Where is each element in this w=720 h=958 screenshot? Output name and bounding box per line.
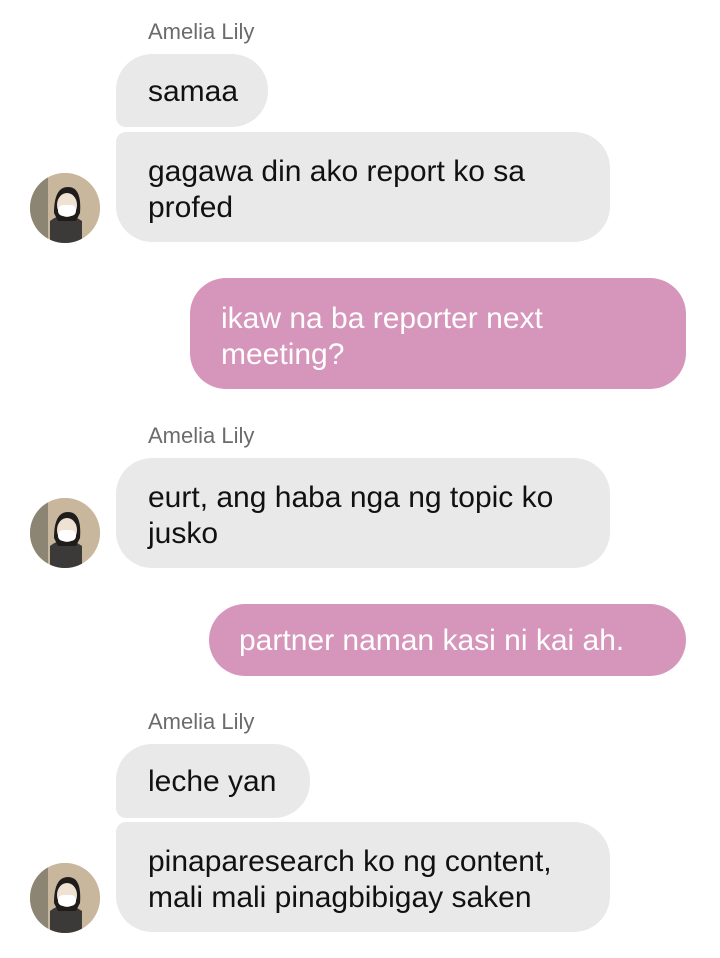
message-bubble-incoming[interactable]: samaa bbox=[116, 54, 269, 127]
avatar-photo-icon bbox=[30, 498, 100, 568]
sender-name: Amelia Lily bbox=[148, 709, 255, 734]
avatar[interactable] bbox=[30, 498, 100, 568]
avatar-photo-icon bbox=[30, 863, 100, 933]
message-bubble-outgoing[interactable]: partner naman kasi ni kai ah. bbox=[209, 604, 686, 676]
message-bubble-outgoing[interactable]: ikaw na ba reporter next meeting? bbox=[190, 278, 686, 389]
sender-name: Amelia Lily bbox=[148, 19, 255, 44]
message-bubble-incoming[interactable]: gagawa din ako report ko sa profed bbox=[116, 132, 610, 242]
avatar[interactable] bbox=[30, 863, 100, 933]
avatar[interactable] bbox=[30, 173, 100, 243]
message-bubble-incoming[interactable]: leche yan bbox=[116, 744, 311, 818]
message-bubble-incoming[interactable]: eurt, ang haba nga ng topic ko jusko bbox=[116, 458, 610, 568]
sender-name: Amelia Lily bbox=[148, 423, 255, 448]
message-bubble-incoming[interactable]: pinaparesearch ko ng content, mali mali … bbox=[116, 822, 610, 932]
avatar-photo-icon bbox=[30, 173, 100, 243]
